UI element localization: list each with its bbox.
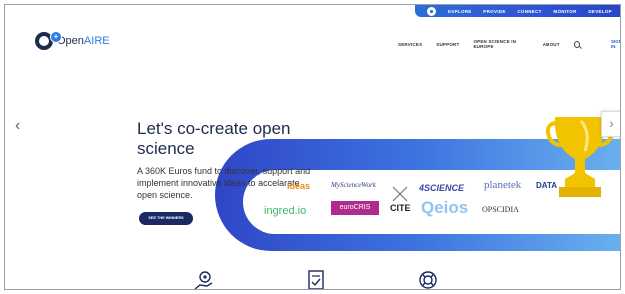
portal-bar: EXPLORE PROVIDE CONNECT MONITOR DEVELOP xyxy=(415,5,620,17)
partner-logo-qeios: Qeios xyxy=(421,198,469,217)
nav-about[interactable]: ABOUT xyxy=(543,42,560,47)
portal-link-monitor[interactable]: MONITOR xyxy=(553,9,576,14)
chevron-right-icon[interactable]: › xyxy=(601,111,620,137)
lifebuoy-icon xyxy=(419,271,437,289)
portal-link-develop[interactable]: DEVELOP xyxy=(588,9,612,14)
logo-text-aire: AIRE xyxy=(83,35,110,47)
hand-gear-icon xyxy=(194,271,213,289)
browser-frame: EXPLORE PROVIDE CONNECT MONITOR DEVELOP … xyxy=(4,4,621,290)
hero-title: Let's co-create open science xyxy=(137,119,291,158)
partner-logo-mysciencework: MyScienceWork xyxy=(331,181,376,189)
openaire-portal-icon[interactable] xyxy=(427,6,436,16)
partner-logo-4science: 4SCIENCE xyxy=(419,183,465,193)
partner-logo-data-futures: DATA xyxy=(536,181,558,190)
search-icon[interactable] xyxy=(573,40,580,48)
nav-services[interactable]: SERVICES xyxy=(398,42,422,47)
document-check-icon xyxy=(308,270,324,289)
partner-logo-x-icon xyxy=(392,186,408,202)
see-the-winners-button[interactable]: SEE THE WINNERS xyxy=(139,212,193,225)
portal-link-explore[interactable]: EXPLORE xyxy=(448,9,472,14)
main-nav: SERVICES SUPPORT OPEN SCIENCE IN EUROPE … xyxy=(398,39,620,49)
logo-mark-icon: + xyxy=(35,31,62,50)
openaire-logo[interactable]: + OpenAIRE xyxy=(35,31,110,50)
nav-open-science-in-europe[interactable]: OPEN SCIENCE IN EUROPE xyxy=(473,39,528,49)
portal-link-connect[interactable]: CONNECT xyxy=(517,9,541,14)
logo-text: OpenAIRE xyxy=(57,35,110,47)
portal-link-provide[interactable]: PROVIDE xyxy=(483,9,505,14)
partner-logo-planetek: planetek xyxy=(484,179,522,191)
sign-in-link[interactable]: SIGN IN xyxy=(611,39,620,49)
partner-logo-ideas: ideas xyxy=(287,181,311,191)
nav-support[interactable]: SUPPORT xyxy=(436,42,459,47)
partner-logo-ingredio: ingred.io xyxy=(264,205,307,217)
partner-logo-cite: CITE xyxy=(390,203,411,213)
partner-logo-eurocris: euroCRIS xyxy=(331,201,379,215)
chevron-left-icon[interactable]: ‹ xyxy=(15,117,20,135)
partner-logo-opscidia: OPSCIDIA xyxy=(482,205,519,214)
